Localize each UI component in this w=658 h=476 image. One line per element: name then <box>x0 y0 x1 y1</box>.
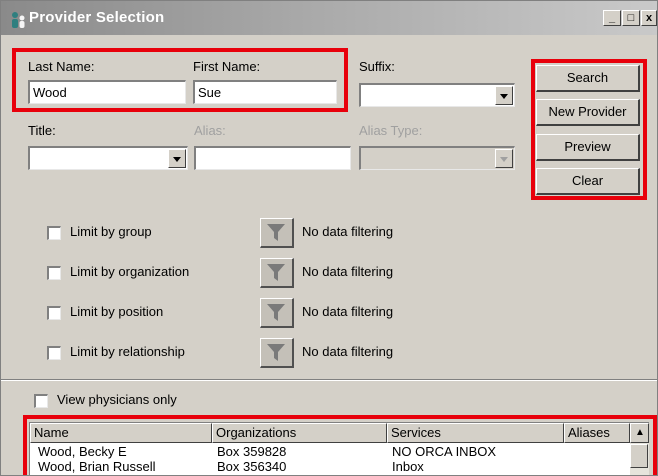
action-buttons-highlight <box>531 59 647 200</box>
group-filter-text: No data filtering <box>302 224 394 239</box>
funnel-icon <box>267 344 285 361</box>
name-fields-highlight <box>12 48 348 112</box>
view-physicians-only-checkbox[interactable] <box>34 394 48 408</box>
relationship-filter-text: No data filtering <box>302 344 394 359</box>
funnel-icon <box>267 304 285 321</box>
limit-by-organization-label: Limit by organization <box>70 264 190 279</box>
position-filter-button[interactable] <box>260 298 294 328</box>
provider-selection-window: Provider Selection _ □ x Last Name: Firs… <box>0 0 658 476</box>
group-filter-button[interactable] <box>260 218 294 248</box>
funnel-icon <box>267 264 285 281</box>
limit-by-organization-checkbox[interactable] <box>47 266 61 280</box>
maximize-button[interactable]: □ <box>622 10 640 26</box>
chevron-down-icon[interactable] <box>168 149 186 168</box>
limit-by-position-label: Limit by position <box>70 304 164 319</box>
provider-people-icon <box>9 10 29 30</box>
results-highlight <box>23 415 657 475</box>
limit-by-relationship-label: Limit by relationship <box>70 344 185 359</box>
suffix-dropdown[interactable] <box>359 83 515 107</box>
alias-input[interactable] <box>194 146 351 170</box>
position-filter-text: No data filtering <box>302 304 394 319</box>
title-dropdown[interactable] <box>28 146 188 170</box>
close-button[interactable]: x <box>641 10 657 26</box>
funnel-icon <box>267 224 285 241</box>
title-bar[interactable]: Provider Selection _ □ x <box>1 1 657 35</box>
alias-type-dropdown <box>359 146 515 170</box>
section-divider <box>1 379 657 381</box>
view-physicians-only-label: View physicians only <box>57 392 177 407</box>
limit-by-position-checkbox[interactable] <box>47 306 61 320</box>
chevron-down-icon[interactable] <box>495 86 513 105</box>
relationship-filter-button[interactable] <box>260 338 294 368</box>
limit-by-relationship-checkbox[interactable] <box>47 346 61 360</box>
alias-label: Alias: <box>194 123 226 138</box>
organization-filter-text: No data filtering <box>302 264 394 279</box>
limit-by-group-label: Limit by group <box>70 224 152 239</box>
organization-filter-button[interactable] <box>260 258 294 288</box>
alias-type-label: Alias Type: <box>359 123 423 138</box>
suffix-label: Suffix: <box>359 59 395 74</box>
chevron-down-icon <box>495 149 513 168</box>
minimize-button[interactable]: _ <box>603 10 621 26</box>
limit-by-group-checkbox[interactable] <box>47 226 61 240</box>
window-title: Provider Selection <box>29 9 165 26</box>
title-label: Title: <box>28 123 56 138</box>
